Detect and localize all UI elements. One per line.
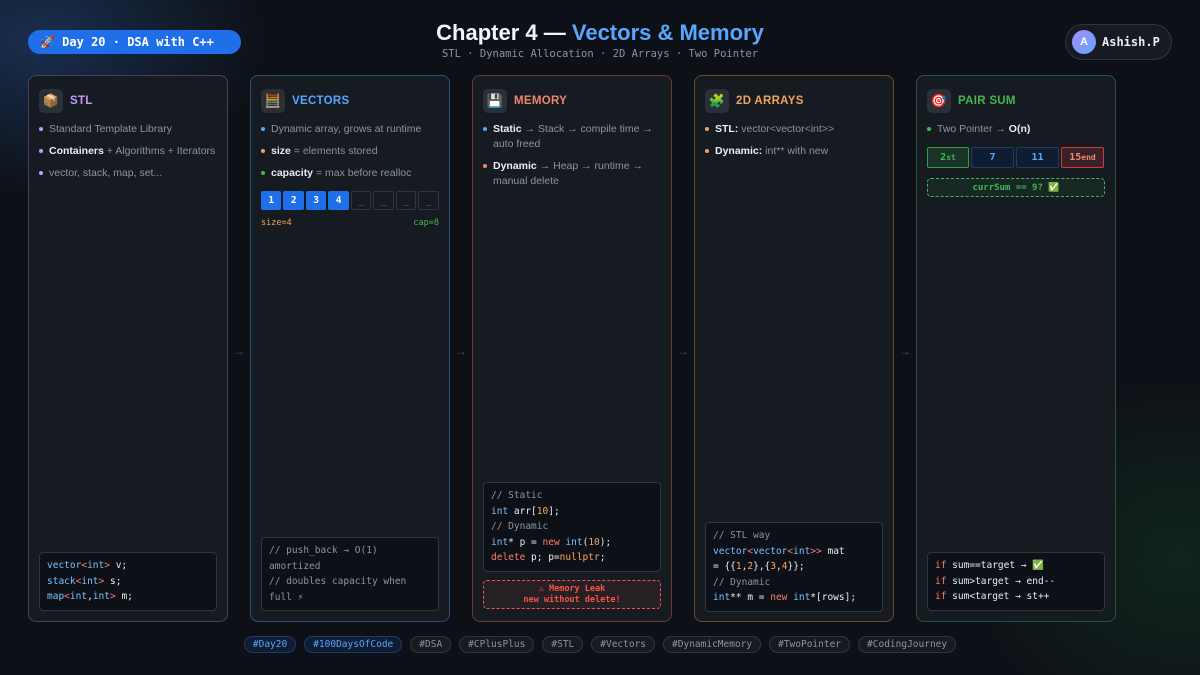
code-line: int* p = new int(10); [491, 536, 612, 548]
vector-cell: 4 [328, 191, 349, 210]
code-snippet: // Static int arr[10]; // Dynamic int* p… [483, 482, 661, 572]
hashtag[interactable]: #CodingJourney [858, 636, 957, 653]
bullet: vector, stack, map, set... [39, 166, 217, 181]
code-line: stack<int> s; [47, 575, 122, 587]
pair-cell: 7 [971, 147, 1014, 168]
code-line: full ⚡ [269, 591, 304, 603]
code-snippet: // push_back → O(1) amortized // doubles… [261, 537, 439, 611]
card-pair-sum: 🎯 PAIR SUM Two Pointer → O(n) 2st 7 11 1… [916, 75, 1116, 622]
warning-title: ⚠ Memory Leak [538, 584, 606, 594]
card-memory: 💾 MEMORY Static → Stack → compile time →… [472, 75, 672, 622]
floppy-disk-icon: 💾 [483, 89, 507, 113]
user-name: Ashish.P [1102, 35, 1160, 49]
arrow-icon: → [677, 344, 689, 358]
hashtag[interactable]: #Day20 [243, 636, 297, 653]
vector-cell: 3 [305, 191, 327, 210]
code-line: int arr[10]; [491, 505, 560, 517]
bullet: Containers + Algorithms + Iterators [39, 144, 217, 159]
code-line: // Static [491, 490, 543, 501]
card-title: STL [70, 95, 93, 107]
bullet: Dynamic: int** with new [705, 144, 883, 159]
vector-cell-empty: _ [418, 191, 439, 210]
page-title: Chapter 4 — Vectors & Memory [0, 20, 1200, 46]
page-subtitle: STL · Dynamic Allocation · 2D Arrays · T… [441, 48, 759, 60]
hashtag-bar: #Day20 #100DaysOfCode #DSA #CPlusPlus #S… [0, 636, 1200, 653]
code-line: vector<int> v; [47, 560, 128, 571]
vector-cell: 2 [283, 191, 304, 210]
hashtag[interactable]: #Vectors [591, 636, 656, 653]
card-title: VECTORS [292, 95, 350, 107]
arrow-icon: → [233, 344, 245, 358]
code-line: int** m = new int*[rows]; [713, 592, 857, 603]
arrow-icon: → [455, 344, 467, 358]
hashtag[interactable]: #CPlusPlus [459, 636, 535, 653]
code-line: // Dynamic [713, 576, 771, 588]
bullet: Static → Stack → compile time → auto fre… [483, 122, 661, 152]
code-line: if sum==target → ✅ [935, 560, 1045, 571]
vector-cell-empty: _ [350, 191, 372, 210]
title-accent: Vectors & Memory [571, 20, 764, 45]
vector-cell-empty: _ [373, 191, 394, 210]
code-line: if sum>target → end-- [935, 575, 1056, 587]
bullet: Two Pointer → O(n) [927, 122, 1105, 137]
pair-array: 2st 7 11 15 end [927, 147, 1105, 168]
code-line: delete p; p=nullptr; [491, 552, 606, 563]
code-line: if sum<target → st++ [935, 591, 1050, 602]
code-line: // doubles capacity when [269, 576, 407, 587]
hashtag[interactable]: #STL [542, 636, 584, 653]
abacus-icon: 🧮 [261, 89, 285, 113]
code-snippet: // STL way vector<vector<int>> mat = {{1… [705, 522, 883, 612]
card-title: 2D ARRAYS [736, 95, 804, 107]
code-line: = {{1,2},{3,4}}; [713, 561, 805, 572]
memory-leak-warning: ⚠ Memory Leak new without delete! [483, 580, 661, 609]
bullet: capacity = max before realloc [261, 166, 439, 181]
bullet: Dynamic array, grows at runtime [261, 122, 439, 137]
code-line: // Dynamic [491, 521, 549, 532]
title-prefix: Chapter 4 — [436, 20, 566, 45]
hashtag[interactable]: #100DaysOfCode [304, 636, 403, 653]
code-line: // push_back → O(1) [269, 545, 378, 556]
capacity-label: cap=8 [413, 218, 439, 228]
code-line: vector<vector<int>> mat [713, 545, 845, 557]
warning-text: new without delete! [523, 595, 621, 605]
arrow-icon: → [899, 344, 911, 358]
bullet: STL: vector<vector<int>> [705, 122, 883, 137]
vector-cell-empty: _ [395, 191, 417, 210]
card-title: PAIR SUM [958, 95, 1016, 107]
code-line: // STL way [713, 530, 771, 541]
pair-cell-start: 2st [927, 147, 969, 168]
vector-cells: 1 2 3 4 _ _ _ _ [261, 191, 439, 210]
card-2d-arrays: 🧩 2D ARRAYS STL: vector<vector<int>> Dyn… [694, 75, 894, 622]
bullet: Dynamic → Heap → runtime → manual delete [483, 159, 661, 189]
user-profile[interactable]: A Ashish.P [1065, 24, 1172, 60]
vector-cell: 1 [261, 191, 282, 210]
sum-check: currSum == 9? ✅ [927, 178, 1105, 197]
package-icon: 📦 [39, 89, 63, 113]
hashtag[interactable]: #DSA [410, 636, 452, 653]
avatar: A [1072, 30, 1096, 54]
card-vectors: 🧮 VECTORS Dynamic array, grows at runtim… [250, 75, 450, 622]
code-line: map<int,int> m; [47, 591, 133, 602]
code-snippet: vector<int> v; stack<int> s; map<int,int… [39, 552, 217, 611]
bullet: Standard Template Library [39, 122, 217, 137]
code-line: amortized [269, 560, 321, 572]
size-label: size=4 [261, 218, 292, 228]
pair-cell: 11 [1016, 147, 1059, 168]
card-stl: 📦 STL Standard Template Library Containe… [28, 75, 228, 622]
puzzle-icon: 🧩 [705, 89, 729, 113]
pair-cell-end: 15 end [1061, 147, 1104, 168]
card-title: MEMORY [514, 95, 568, 107]
target-icon: 🎯 [927, 89, 951, 113]
hashtag[interactable]: #DynamicMemory [663, 636, 762, 653]
bullet: size = elements stored [261, 144, 439, 159]
hashtag[interactable]: #TwoPointer [769, 636, 851, 653]
code-snippet: if sum==target → ✅ if sum>target → end--… [927, 552, 1105, 611]
